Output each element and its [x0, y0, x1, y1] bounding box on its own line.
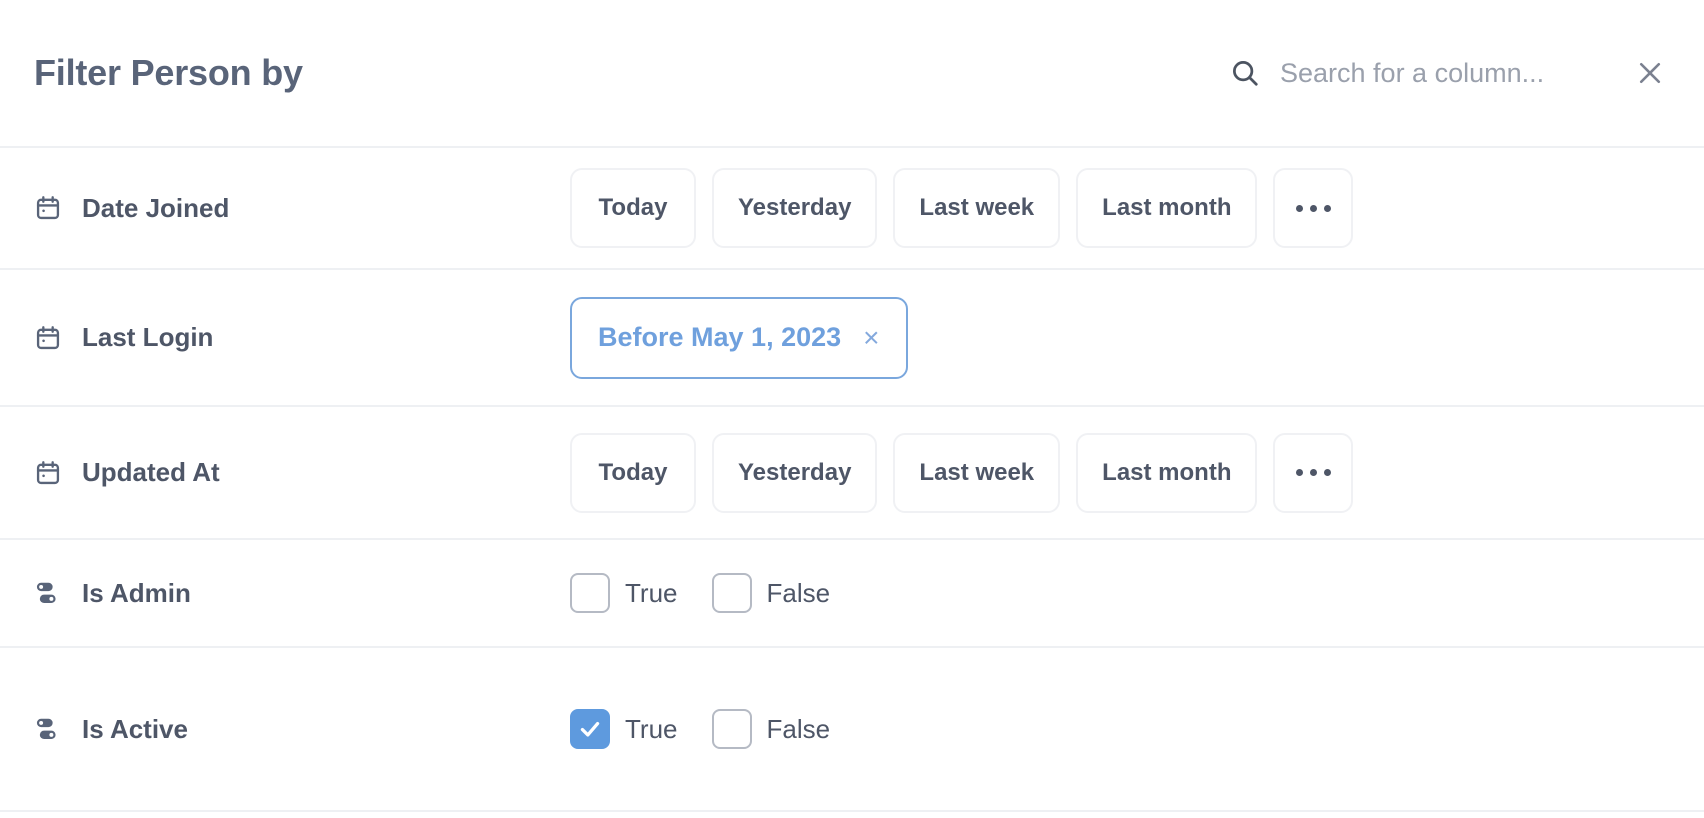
- calendar-icon: [34, 324, 62, 352]
- quick-filter-today[interactable]: Today: [570, 168, 696, 248]
- more-options-button[interactable]: [1273, 432, 1354, 513]
- filter-rows: Date Joined Today Yesterday Last week La…: [0, 148, 1704, 818]
- checkbox-false[interactable]: [711, 709, 752, 749]
- page-title: Filter Person by: [34, 52, 303, 93]
- quick-date-buttons: Today Yesterday Last week Last month: [570, 432, 1354, 513]
- row-controls: Today Yesterday Last week Last month: [570, 168, 1354, 248]
- row-name: Is Active: [82, 713, 188, 744]
- checkbox-option-true[interactable]: True: [570, 709, 678, 749]
- boolean-toggle-icon: [34, 579, 62, 607]
- active-filter-chip[interactable]: Before May 1, 2023 ×: [570, 296, 908, 379]
- row-label: Is Active: [34, 714, 570, 745]
- filter-modal: Filter Person by Search for a column... …: [0, 0, 1704, 818]
- filter-row-is-active: Is Active True False: [0, 648, 1704, 812]
- quick-filter-last-month[interactable]: Last month: [1076, 432, 1258, 513]
- ellipsis-icon: [1295, 469, 1331, 476]
- modal-header: Filter Person by: [0, 0, 1704, 148]
- calendar-icon: [34, 194, 62, 222]
- checkbox-option-false[interactable]: False: [711, 573, 831, 613]
- checkbox-option-true[interactable]: True: [570, 573, 678, 613]
- calendar-icon: [34, 459, 62, 487]
- filter-row-last-login: Last Login Before May 1, 2023 ×: [0, 270, 1704, 407]
- checkbox-label-false: False: [766, 577, 831, 608]
- checkbox-false[interactable]: [711, 573, 752, 613]
- row-name: Updated At: [82, 457, 220, 487]
- checkbox-true[interactable]: [570, 573, 610, 613]
- search-icon: [1230, 58, 1260, 88]
- checkbox-label-true: True: [625, 577, 678, 608]
- boolean-options: True False: [570, 573, 830, 613]
- row-label: Date Joined: [34, 193, 570, 224]
- row-controls: Before May 1, 2023 ×: [570, 296, 908, 379]
- quick-date-buttons: Today Yesterday Last week Last month: [570, 168, 1354, 248]
- row-name: Last Login: [82, 322, 214, 352]
- quick-filter-last-week[interactable]: Last week: [893, 168, 1061, 248]
- row-controls: True False: [570, 709, 830, 749]
- checkbox-true[interactable]: [570, 709, 610, 749]
- row-controls: Today Yesterday Last week Last month: [570, 432, 1354, 513]
- boolean-options: True False: [570, 709, 830, 749]
- filter-row-updated-at: Updated At Today Yesterday Last week Las…: [0, 407, 1704, 540]
- close-icon: [1635, 58, 1665, 88]
- more-options-button[interactable]: [1273, 168, 1354, 248]
- ellipsis-icon: [1295, 204, 1331, 212]
- checkbox-option-false[interactable]: False: [711, 709, 831, 749]
- row-label: Updated At: [34, 457, 570, 488]
- filter-row-date-joined: Date Joined Today Yesterday Last week La…: [0, 148, 1704, 270]
- search-input[interactable]: [1280, 57, 1580, 89]
- close-button[interactable]: [1630, 53, 1670, 93]
- quick-filter-yesterday[interactable]: Yesterday: [712, 432, 878, 513]
- boolean-toggle-icon: [34, 715, 62, 743]
- filter-row-is-admin: Is Admin True False: [0, 540, 1704, 648]
- remove-filter-icon[interactable]: ×: [863, 323, 879, 352]
- quick-filter-last-week[interactable]: Last week: [893, 432, 1061, 513]
- row-name: Is Admin: [82, 577, 191, 608]
- active-filter-label: Before May 1, 2023: [598, 322, 842, 352]
- quick-filter-today[interactable]: Today: [570, 432, 696, 513]
- row-label: Is Admin: [34, 578, 570, 609]
- row-label: Last Login: [34, 322, 570, 353]
- checkbox-label-false: False: [766, 713, 831, 744]
- checkbox-label-true: True: [625, 713, 678, 744]
- quick-filter-yesterday[interactable]: Yesterday: [712, 168, 878, 248]
- search-box[interactable]: [1230, 57, 1580, 89]
- quick-filter-last-month[interactable]: Last month: [1076, 168, 1258, 248]
- row-name: Date Joined: [82, 192, 230, 223]
- header-actions: [1230, 53, 1670, 93]
- row-controls: True False: [570, 573, 830, 613]
